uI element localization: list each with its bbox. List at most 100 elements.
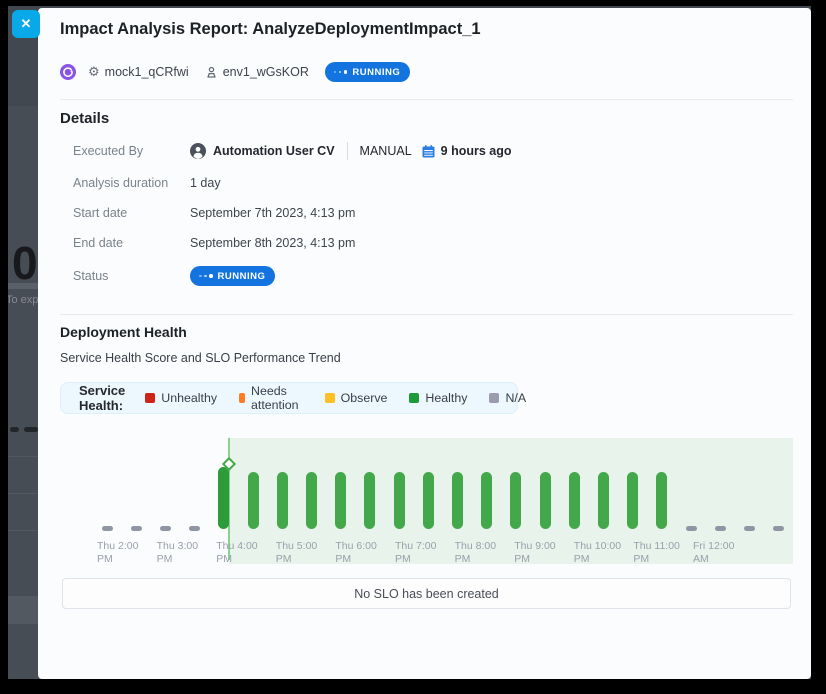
vertical-separator xyxy=(347,142,348,160)
health-bar-thu-5-30-pm[interactable] xyxy=(306,472,317,529)
legend-title: Service Health: xyxy=(79,383,125,413)
health-bar-thu-7-30-pm[interactable] xyxy=(423,472,434,529)
detail-label: Status xyxy=(73,269,190,283)
detail-label: End date xyxy=(73,236,190,250)
health-bar-thu-11-00-pm[interactable] xyxy=(627,472,638,529)
x-tick-label: Thu 10:00PM xyxy=(574,540,630,566)
slo-empty-state: No SLO has been created xyxy=(62,578,791,609)
legend-swatch xyxy=(409,393,419,403)
user-avatar-icon xyxy=(190,143,206,159)
legend-swatch xyxy=(325,393,335,403)
running-pulse-icon xyxy=(334,70,348,74)
x-tick-label: Thu 2:00PM xyxy=(97,540,153,566)
health-bar-fri-1-30-am[interactable] xyxy=(773,526,784,531)
detail-row-executed-by: Executed By Automation User CV MANUAL xyxy=(73,141,511,161)
health-bar-thu-8-30-pm[interactable] xyxy=(481,472,492,529)
health-bar-thu-10-00-pm[interactable] xyxy=(569,472,580,529)
calendar-icon xyxy=(422,145,435,158)
health-bar-thu-4-00-pm[interactable] xyxy=(218,467,229,529)
deployment-health-heading: Deployment Health xyxy=(60,324,187,340)
legend-label: Needs attention xyxy=(251,384,303,412)
legend-label: Observe xyxy=(341,391,388,405)
gear-icon: ⚙ xyxy=(88,66,100,79)
detail-value: September 7th 2023, 4:13 pm xyxy=(190,206,355,220)
detail-label: Analysis duration xyxy=(73,176,190,190)
health-bar-thu-8-00-pm[interactable] xyxy=(452,472,463,529)
impact-analysis-report-modal: Impact Analysis Report: AnalyzeDeploymen… xyxy=(38,8,811,679)
health-bar-thu-2-00-pm[interactable] xyxy=(102,526,113,531)
environment-id: env1_wGsKOR xyxy=(223,65,309,79)
legend-label: Healthy xyxy=(425,391,467,405)
monitored-service: ⚙ mock1_qCRfwi xyxy=(88,65,189,79)
legend-swatch xyxy=(239,393,245,403)
detail-row-end-date: End date September 8th 2023, 4:13 pm xyxy=(73,233,355,253)
trigger-type: MANUAL xyxy=(360,144,412,158)
x-tick-label: Thu 3:00PM xyxy=(157,540,213,566)
health-bar-thu-3-30-pm[interactable] xyxy=(189,526,200,531)
health-bar-thu-6-30-pm[interactable] xyxy=(364,472,375,529)
page-title: Impact Analysis Report: AnalyzeDeploymen… xyxy=(60,20,481,39)
detail-value: September 8th 2023, 4:13 pm xyxy=(190,236,355,250)
detail-label: Executed By xyxy=(73,144,190,158)
health-bar-thu-2-30-pm[interactable] xyxy=(131,526,142,531)
screenshot-frame: 0 To expa ✕ Impact Analysis Report: Anal… xyxy=(0,0,826,694)
status-badge: RUNNING xyxy=(325,62,410,82)
legend-item-observe: Observe xyxy=(325,391,388,405)
environment: env1_wGsKOR xyxy=(205,65,309,79)
background-count-fragment: 0 xyxy=(12,236,38,290)
header-divider xyxy=(60,99,793,100)
x-tick-label: Thu 4:00PM xyxy=(216,540,272,566)
x-tick-label: Thu 7:00PM xyxy=(395,540,451,566)
detail-value: 1 day xyxy=(190,176,221,190)
service-health-legend: Service Health: Unhealthy Needs attention… xyxy=(60,382,518,414)
section-divider xyxy=(60,314,793,315)
health-bar-thu-6-00-pm[interactable] xyxy=(335,472,346,529)
legend-swatch xyxy=(145,393,155,403)
running-pulse-icon xyxy=(199,274,213,278)
health-bar-thu-4-30-pm[interactable] xyxy=(248,472,259,529)
slo-empty-message: No SLO has been created xyxy=(354,587,499,601)
health-bar-thu-9-00-pm[interactable] xyxy=(510,472,521,529)
report-meta-row: ⚙ mock1_qCRfwi env1_wGsKOR RUNNING xyxy=(60,62,410,82)
executed-time-ago: 9 hours ago xyxy=(441,144,512,158)
x-tick-label: Thu 9:00PM xyxy=(514,540,570,566)
detail-row-status: Status RUNNING xyxy=(73,266,275,286)
deployment-health-subtitle: Service Health Score and SLO Performance… xyxy=(60,351,341,365)
legend-swatch xyxy=(489,393,499,403)
health-score-chart: Thu 2:00PMThu 3:00PMThu 4:00PMThu 5:00PM… xyxy=(62,432,793,572)
legend-label: N/A xyxy=(505,391,526,405)
status-badge-label: RUNNING xyxy=(352,67,400,78)
details-heading: Details xyxy=(60,110,109,127)
background-bar-fragment xyxy=(10,427,19,432)
close-icon: ✕ xyxy=(21,16,32,32)
detail-label: Start date xyxy=(73,206,190,220)
health-bar-thu-3-00-pm[interactable] xyxy=(160,526,171,531)
legend-item-needs-attention: Needs attention xyxy=(239,384,303,412)
health-bar-thu-11-30-pm[interactable] xyxy=(656,472,667,529)
executed-by-value: Automation User CV MANUAL 9 hours ago xyxy=(190,142,511,160)
background-bar-fragment xyxy=(24,427,38,432)
legend-item-unhealthy: Unhealthy xyxy=(145,391,217,405)
x-tick-label: Fri 12:00AM xyxy=(693,540,749,566)
legend-item-healthy: Healthy xyxy=(409,391,467,405)
health-bar-thu-5-00-pm[interactable] xyxy=(277,472,288,529)
legend-label: Unhealthy xyxy=(161,391,217,405)
x-tick-label: Thu 11:00PM xyxy=(633,540,689,566)
legend-item-n-a: N/A xyxy=(489,391,526,405)
x-tick-label: Thu 8:00PM xyxy=(455,540,511,566)
health-bar-fri-12-00-am[interactable] xyxy=(686,526,697,531)
health-bar-fri-12-30-am[interactable] xyxy=(715,526,726,531)
health-bar-thu-9-30-pm[interactable] xyxy=(540,472,551,529)
x-tick-label: Thu 6:00PM xyxy=(335,540,391,566)
x-tick-label: Thu 5:00PM xyxy=(276,540,332,566)
status-badge: RUNNING xyxy=(190,266,275,286)
monitored-service-id: mock1_qCRfwi xyxy=(105,65,189,79)
close-button[interactable]: ✕ xyxy=(12,10,40,38)
environment-icon xyxy=(205,66,218,79)
health-bar-thu-7-00-pm[interactable] xyxy=(394,472,405,529)
detail-row-analysis-duration: Analysis duration 1 day xyxy=(73,173,221,193)
health-bar-thu-10-30-pm[interactable] xyxy=(598,472,609,529)
detail-row-start-date: Start date September 7th 2023, 4:13 pm xyxy=(73,203,355,223)
status-badge-label: RUNNING xyxy=(218,271,266,282)
health-bar-fri-1-00-am[interactable] xyxy=(744,526,755,531)
